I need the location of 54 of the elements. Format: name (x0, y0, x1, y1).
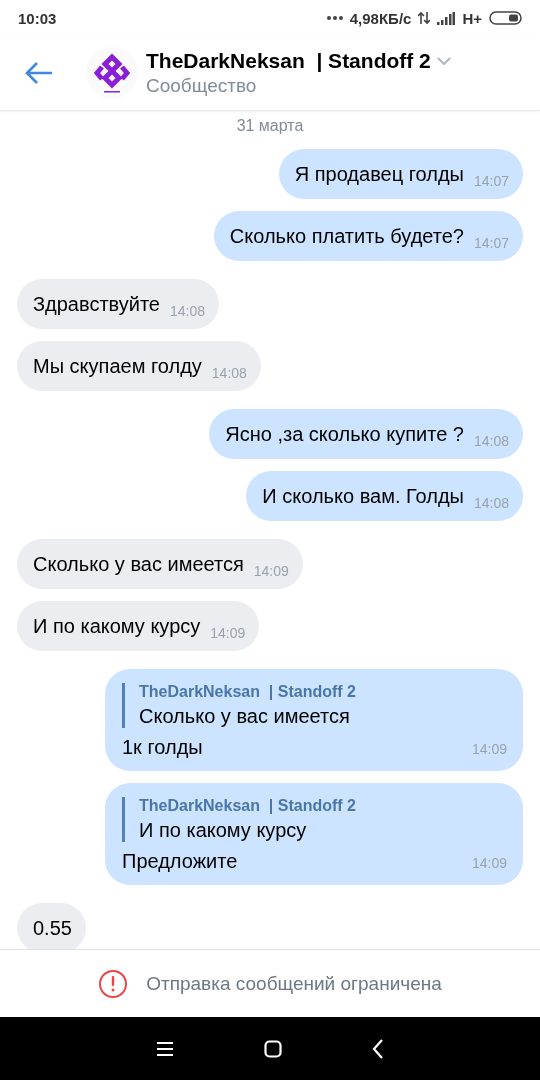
message-text: Здравствуйте (33, 292, 160, 316)
message-time: 14:09 (210, 625, 246, 641)
back-icon[interactable] (24, 61, 54, 85)
message-bubble[interactable]: TheDarkNeksan | Standoff 2 Сколько у вас имеется 1к голды 14:09 (105, 669, 523, 771)
battery-icon (489, 11, 522, 25)
message-bubble[interactable]: Здравствуйте 14:08 (17, 279, 220, 329)
quote-text: Сколько у вас имеется (139, 705, 351, 728)
message-bubble[interactable]: TheDarkNeksan | Standoff 2 И по какому курсу Предложите 14:09 (105, 783, 523, 885)
message-time: 14:09 (253, 563, 289, 579)
network-type: H+ (462, 9, 482, 27)
message-text: Сколько у вас имеется (33, 552, 244, 576)
message-text: Ясно ,за сколько купите ? (225, 422, 464, 446)
back-nav-icon[interactable] (372, 1038, 384, 1059)
message-text: Предложите (122, 850, 238, 873)
message-text: Сколько платить будете? (229, 224, 464, 248)
message-time: 14:08 (473, 495, 509, 511)
home-icon[interactable] (264, 1039, 282, 1058)
message-time: 14:09 (471, 741, 507, 757)
quote-author: TheDarkNeksan | Standoff 2 (139, 797, 357, 815)
message-bubble[interactable]: 0.55 (17, 903, 86, 949)
message-bubble[interactable]: И по какому курсу 14:09 (17, 601, 260, 651)
message-time: 14:07 (473, 235, 509, 251)
date-separator: 31 марта (236, 117, 304, 135)
signal-icon (437, 11, 456, 25)
message-text: 1к голды (122, 736, 203, 759)
message-text: 0.55 (33, 916, 72, 940)
quote-author: TheDarkNeksan | Standoff 2 (139, 683, 357, 701)
message-bubble[interactable]: Мы скупаем голду 14:08 (17, 341, 261, 391)
message-bubble[interactable]: Я продавец голды 14:07 (278, 149, 523, 199)
quoted-message[interactable]: TheDarkNeksan | Standoff 2 Сколько у вас имеется (122, 683, 507, 728)
message-time: 14:08 (211, 365, 247, 381)
message-time: 14:08 (473, 433, 509, 449)
quoted-message[interactable]: TheDarkNeksan | Standoff 2 И по какому курсу (122, 797, 507, 842)
data-arrows-icon (418, 11, 431, 25)
message-time: 14:07 (473, 173, 509, 189)
message-text: Я продавец голды (294, 162, 464, 186)
message-bubble[interactable]: И сколько вам. Голды 14:08 (246, 471, 523, 521)
dots-icon (326, 16, 343, 20)
message-text: И по какому курсу (33, 614, 201, 638)
restriction-notice: Отправка сообщений ограничена (146, 972, 442, 995)
quote-text: И по какому курсу (139, 819, 308, 842)
chat-subtitle: Сообщество (146, 75, 258, 97)
warning-icon (98, 968, 129, 999)
menu-icon[interactable] (156, 1040, 174, 1057)
chat-title[interactable]: TheDarkNeksan | Standoff 2 (146, 49, 431, 73)
message-bubble[interactable]: Сколько платить будете? 14:07 (213, 211, 523, 261)
network-speed: 4,98КБ/с (349, 9, 412, 27)
message-text: Мы скупаем голду (33, 354, 202, 378)
message-time: 14:09 (471, 855, 507, 871)
message-bubble[interactable]: Ясно ,за сколько купите ? 14:08 (209, 409, 523, 459)
message-bubble[interactable]: Сколько у вас имеется 14:09 (17, 539, 303, 589)
message-time: 14:08 (170, 303, 206, 319)
clock: 10:03 (18, 9, 57, 27)
message-text: И сколько вам. Голды (262, 484, 464, 508)
